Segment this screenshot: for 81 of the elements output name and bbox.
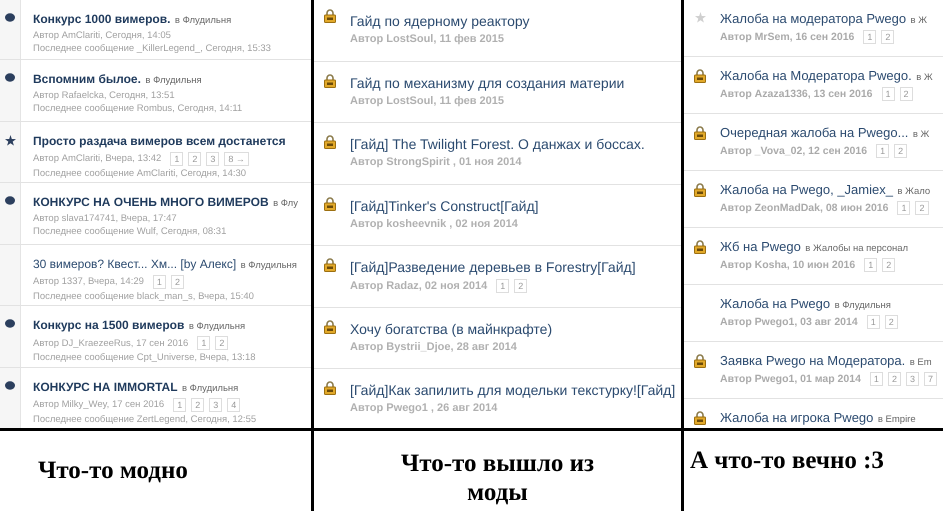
topic-title[interactable]: Очередная жалоба на Pwego... <box>720 125 908 140</box>
page-link[interactable]: 3 <box>906 372 919 386</box>
author-line: Автор LostSoul, 11 фев 2015 <box>350 33 504 45</box>
forum-link[interactable]: в Флудильня <box>834 300 891 311</box>
forum-link[interactable]: в Ж <box>916 72 933 83</box>
topic-title[interactable]: Заявка Pwego на Модератора. <box>720 353 906 368</box>
topic-title[interactable]: Жалоба на Pwego <box>720 296 830 311</box>
page-link[interactable]: 1 <box>863 30 876 44</box>
author-line: Автор StrongSpirit , 01 ноя 2014 <box>350 156 522 168</box>
last-post-line: Последнее сообщение _KillerLegend_, Сегодня, 15:33 <box>33 43 271 54</box>
author-line: Автор Kosha, 10 июн 2016 <box>720 259 856 271</box>
author-line: Автор AmClariti, Вчера, 13:42 <box>33 153 162 164</box>
topic-title[interactable]: Гайд по ядерному реактору <box>350 13 530 29</box>
caption: А что-то вечно :3 <box>690 447 884 476</box>
page-link[interactable]: 1 <box>864 258 878 272</box>
forum-link[interactable]: в Флудильня <box>145 75 202 86</box>
page-link[interactable]: 1 <box>170 152 184 166</box>
author-line: Автор LostSoul, 11 фев 2015 <box>350 94 504 106</box>
topic-title[interactable]: [Гайд]Разведение деревьев в Forestry[Гайд] <box>350 259 636 275</box>
topic-title[interactable]: [Гайд] The Twilight Forest. О данжах и боссах. <box>350 136 645 152</box>
forum-link[interactable]: в Флудильня <box>174 15 232 26</box>
author-line: Автор AmClariti, Сегодня, 14:05 <box>33 30 171 41</box>
topic-title[interactable]: [Гайд]Tinker's Construct[Гайд] <box>350 198 539 214</box>
last-post-line: Последнее сообщение black_man_s, Вчера, 15:40 <box>33 290 254 302</box>
forum-link[interactable]: в Ж <box>912 129 930 140</box>
forum-link[interactable]: в Жало <box>897 186 930 197</box>
topic-title[interactable]: [Гайд]Как запилить для модельки текстурку![Гайд] <box>350 382 676 398</box>
topic-title[interactable]: КОНКУРС НА IMMORTAL <box>33 380 178 394</box>
page-link[interactable]: 3 <box>209 398 222 412</box>
topic-title[interactable]: Конкурс на 1500 вимеров <box>33 318 184 332</box>
author-line: Автор Pwego1, 01 мар 2014 <box>720 373 861 385</box>
page-link[interactable]: 1 <box>870 372 883 386</box>
topic-title[interactable]: Хочу богатства (в майнкрафте) <box>350 320 552 336</box>
page-link[interactable]: 1 <box>197 336 210 350</box>
topic-title[interactable]: Жалоба на Pwego, _Jamiex_ <box>720 182 893 197</box>
author-line: Автор Rafaelcka, Сегодня, 13:51 <box>33 90 175 101</box>
last-post-line: Последнее сообщение Cpt_Universe, Вчера, 13:18 <box>33 352 256 363</box>
page-link[interactable]: 2 <box>894 144 908 158</box>
last-post-line: Последнее сообщение ZertLegend, Сегодня, 12:55 <box>33 414 256 424</box>
topic-title[interactable]: Жалоба на модератора Pwego <box>720 11 906 26</box>
topic-title[interactable]: Жалоба на Модератора Pwego. <box>720 68 912 83</box>
author-line: Автор Pwego1, 03 авг 2014 <box>720 316 858 328</box>
forum-link[interactable]: в Empire <box>878 414 916 425</box>
author-line: Автор _Vova_02, 12 сен 2016 <box>720 145 868 157</box>
topic-title[interactable]: КОНКУРС НА ОЧЕНЬ МНОГО ВИМЕРОВ <box>33 195 269 209</box>
caption: Что-то модно <box>38 456 188 486</box>
author-line: Автор 1337, Вчера, 14:29 <box>33 276 144 287</box>
forum-link[interactable]: в Em <box>910 357 932 368</box>
forum-link[interactable]: в Жалобы на персонал <box>805 243 908 254</box>
forum-link[interactable]: в Флу <box>273 198 298 209</box>
caption: Что-то вышло из моды <box>400 450 596 508</box>
topic-title[interactable]: Конкурс 1000 вимеров. <box>33 12 170 26</box>
last-post-line: Последнее сообщение Rombus, Сегодня, 14:11 <box>33 103 242 114</box>
topic-title[interactable]: Гайд по механизму для создания материи <box>350 74 624 90</box>
topic-title[interactable]: Жалоба на игрока Pwego <box>720 410 874 425</box>
page-link[interactable]: 3 <box>206 152 220 166</box>
author-line: Автор Radaz, 02 ноя 2014 <box>350 280 488 292</box>
author-line: Автор Azaza1336, 13 сен 2016 <box>720 88 872 100</box>
last-post-line: Последнее сообщение AmClariti, Сегодня, 14:30 <box>33 168 246 178</box>
topic-title[interactable]: Вспомним былое. <box>33 72 141 86</box>
author-line: Автор kosheevnik , 02 ноя 2014 <box>350 218 518 230</box>
author-line: Автор Pwego1 , 26 авг 2014 <box>350 402 498 414</box>
page-link[interactable]: 1 <box>152 274 166 288</box>
author-line: Автор ZeonMadDak, 08 июн 2016 <box>720 202 888 214</box>
author-line: Автор MrSem, 16 сен 2016 <box>720 31 854 43</box>
page-link[interactable]: 1 <box>496 279 510 293</box>
topic-title[interactable]: Жб на Pwego <box>720 239 801 254</box>
forum-link[interactable]: в Флудильня <box>182 382 238 394</box>
author-line: Автор DJ_KraezeeRus, 17 сен 2016 <box>33 338 188 348</box>
page-link[interactable]: 1 <box>866 315 880 329</box>
last-post-line: Последнее сообщение Wulf, Сегодня, 08:31 <box>33 226 226 237</box>
author-line: Автор Milky_Wey, 17 сен 2016 <box>33 399 164 410</box>
author-line: Автор slava174741, Вчера, 17:47 <box>33 213 177 224</box>
topic-title[interactable]: Просто раздача вимеров всем достанется <box>33 134 286 148</box>
forum-link[interactable]: в Флудильня <box>240 260 297 270</box>
author-line: Автор Bystrii_Djoe, 28 авг 2014 <box>350 340 517 352</box>
forum-link[interactable]: в Флудильня <box>188 321 246 332</box>
page-link[interactable]: 8 → <box>224 152 249 166</box>
forum-link[interactable]: в Ж <box>910 15 928 26</box>
page-link[interactable]: 1 <box>173 398 186 412</box>
topic-title[interactable]: 30 вимеров? Квест... Хм... [by Алекс] <box>33 256 236 270</box>
